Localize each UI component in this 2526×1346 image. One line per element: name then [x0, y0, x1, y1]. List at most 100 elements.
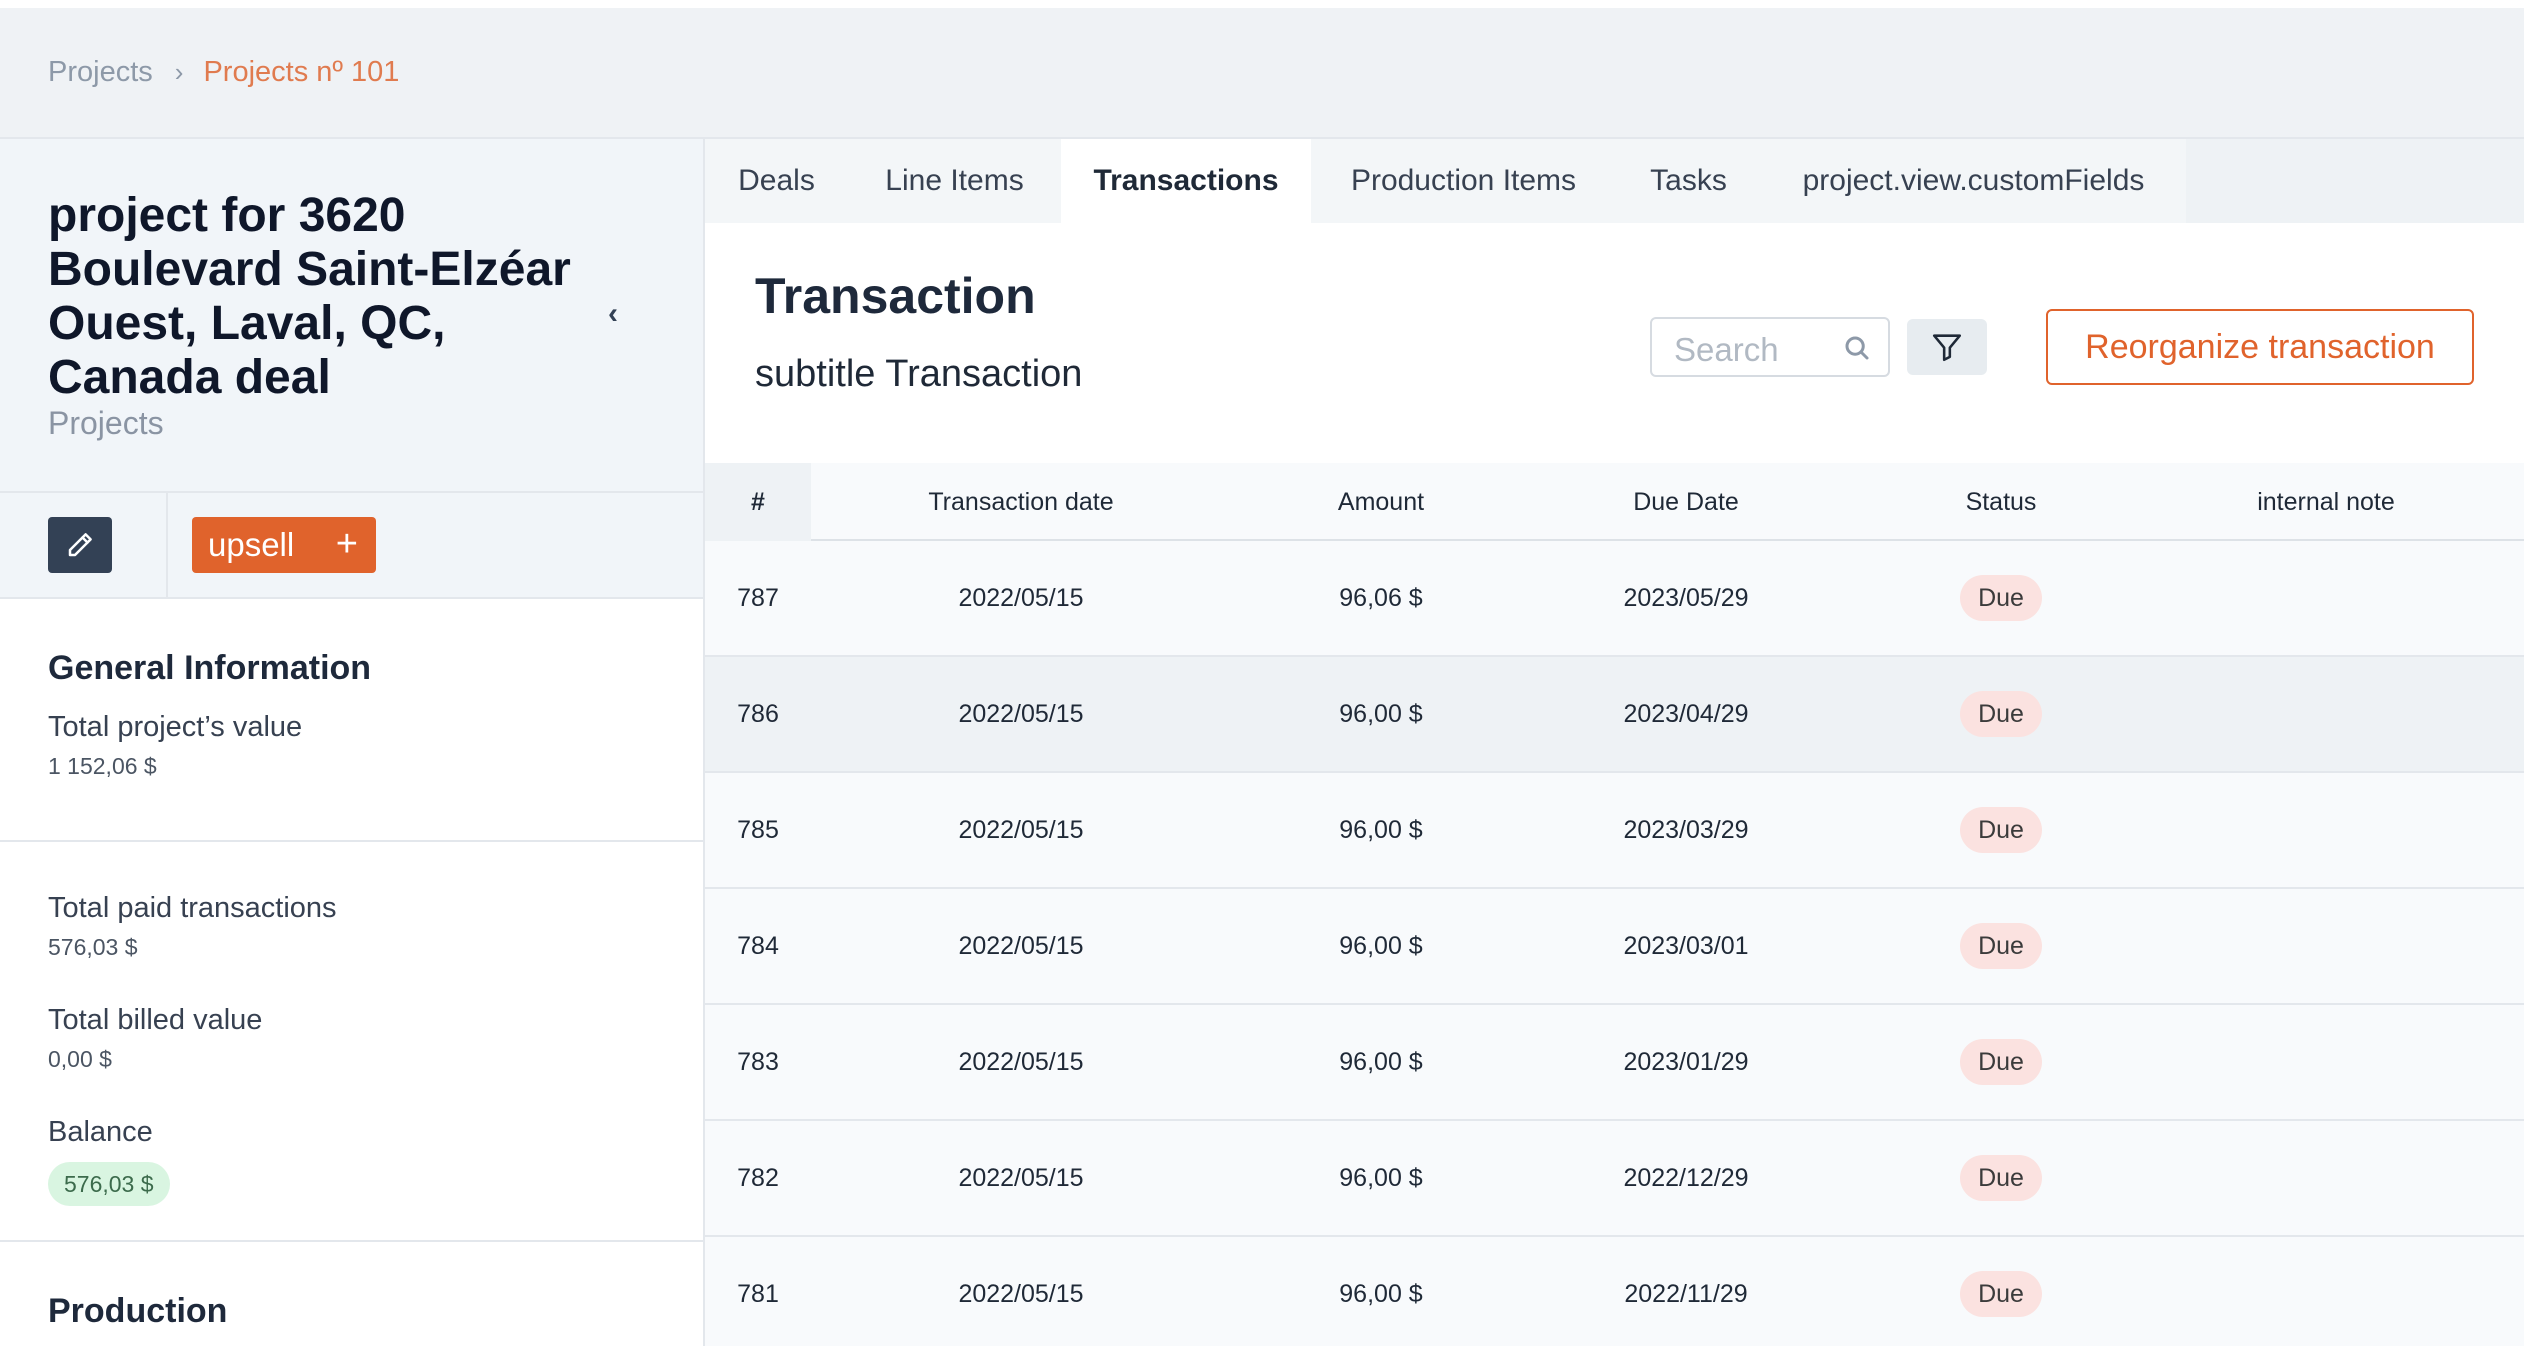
cell-amount: 96,00 $: [1339, 1163, 1423, 1192]
cell-amount: 96,00 $: [1339, 699, 1423, 728]
search-icon[interactable]: [1842, 333, 1872, 363]
divider: [166, 493, 168, 597]
cell-id: 782: [737, 1163, 779, 1192]
paid-transactions-value: 576,03 $: [48, 934, 138, 960]
status-badge: Due: [1960, 1155, 2042, 1201]
breadcrumb-current: Projects nº 101: [203, 56, 400, 88]
cell-transaction-date: 2022/05/15: [958, 931, 1084, 960]
balance-label: Balance: [48, 1116, 153, 1148]
tab-deals[interactable]: Deals: [705, 139, 848, 223]
search-input[interactable]: [1674, 331, 1834, 369]
cell-status: Due: [1841, 889, 2161, 1003]
cell-due-date: 2023/05/29: [1623, 583, 1749, 612]
general-information-title: General Information: [48, 649, 372, 687]
edit-button[interactable]: [48, 517, 112, 573]
filter-icon: [1932, 334, 1962, 362]
column-header-status[interactable]: Status: [1841, 463, 2161, 541]
balance-badge: 576,03 $: [48, 1162, 170, 1206]
project-title: project for 3620 Boulevard Saint-Elzéar …: [48, 189, 571, 404]
totals-section: Total paid transactions 576,03 $ Total b…: [0, 842, 703, 1242]
table-row[interactable]: 786 2022/05/15 96,00 $ 2023/04/29 Due: [705, 657, 2524, 773]
cell-due-date: 2022/12/29: [1623, 1163, 1749, 1192]
cell-internal-note: [2161, 773, 2491, 887]
tab-custom-fields[interactable]: project.view.customFields: [1761, 139, 2186, 223]
table-row[interactable]: 781 2022/05/15 96,00 $ 2022/11/29 Due: [705, 1237, 2524, 1346]
cell-id: 783: [737, 1047, 779, 1076]
column-header-due-date[interactable]: Due Date: [1531, 463, 1841, 541]
cell-status: Due: [1841, 1005, 2161, 1119]
cell-due-date: 2023/03/29: [1623, 815, 1749, 844]
cell-amount: 96,00 $: [1339, 815, 1423, 844]
cell-due-date: 2022/11/29: [1624, 1279, 1748, 1308]
cell-transaction-date: 2022/05/15: [958, 699, 1084, 728]
filter-button[interactable]: [1907, 319, 1987, 375]
total-value-label: Total project’s value: [48, 711, 303, 743]
cell-due-date: 2023/04/29: [1623, 699, 1749, 728]
cell-internal-note: [2161, 541, 2491, 655]
cell-due-date: 2023/01/29: [1623, 1047, 1749, 1076]
cell-amount: 96,00 $: [1339, 1279, 1423, 1308]
table-row[interactable]: 784 2022/05/15 96,00 $ 2023/03/01 Due: [705, 889, 2524, 1005]
cell-amount: 96,00 $: [1339, 931, 1423, 960]
cell-status: Due: [1841, 657, 2161, 771]
project-subtitle: Projects: [48, 405, 164, 441]
status-badge: Due: [1960, 1271, 2042, 1317]
cell-transaction-date: 2022/05/15: [958, 583, 1084, 612]
cell-internal-note: [2161, 889, 2491, 1003]
cell-status: Due: [1841, 541, 2161, 655]
column-header-amount[interactable]: Amount: [1231, 463, 1531, 541]
production-section: Production: [0, 1242, 703, 1346]
cell-id: 781: [737, 1279, 779, 1308]
status-badge: Due: [1960, 691, 2042, 737]
table-header: # Transaction date Amount Due Date Statu…: [705, 463, 2524, 541]
chevron-left-icon[interactable]: ‹: [608, 297, 618, 331]
cell-transaction-date: 2022/05/15: [958, 1047, 1084, 1076]
cell-status: Due: [1841, 1237, 2161, 1346]
tab-line-items[interactable]: Line Items: [848, 139, 1061, 223]
chevron-right-icon: ›: [174, 57, 184, 87]
tab-production-items[interactable]: Production Items: [1311, 139, 1616, 223]
tab-transactions[interactable]: Transactions: [1061, 139, 1311, 223]
general-information-section: General Information Total project’s valu…: [0, 599, 703, 842]
upsell-label: upsell: [208, 526, 295, 563]
project-header: project for 3620 Boulevard Saint-Elzéar …: [0, 139, 703, 493]
cell-internal-note: [2161, 657, 2491, 771]
cell-transaction-date: 2022/05/15: [958, 815, 1084, 844]
plus-icon: +: [335, 523, 358, 565]
search-field: [1650, 317, 1890, 377]
top-bar: Projects › Projects nº 101: [0, 8, 2524, 139]
table-row[interactable]: 783 2022/05/15 96,00 $ 2023/01/29 Due: [705, 1005, 2524, 1121]
production-title: Production: [48, 1292, 228, 1330]
cell-status: Due: [1841, 1121, 2161, 1235]
paid-transactions-label: Total paid transactions: [48, 892, 337, 924]
tab-bar: Deals Line Items Transactions Production…: [705, 139, 2524, 223]
tab-bar-filler: [2186, 139, 2524, 223]
column-header-internal-note[interactable]: internal note: [2161, 463, 2491, 541]
project-sidebar: project for 3620 Boulevard Saint-Elzéar …: [0, 139, 705, 1346]
cell-internal-note: [2161, 1237, 2491, 1346]
cell-id: 784: [737, 931, 779, 960]
transactions-header: Transaction subtitle Transaction Reorgan…: [705, 223, 2524, 463]
tab-tasks[interactable]: Tasks: [1616, 139, 1761, 223]
table-row[interactable]: 787 2022/05/15 96,06 $ 2023/05/29 Due: [705, 541, 2524, 657]
column-header-transaction-date[interactable]: Transaction date: [811, 463, 1231, 541]
total-value: 1 152,06 $: [48, 753, 157, 779]
cell-amount: 96,06 $: [1339, 583, 1423, 612]
billed-value: 0,00 $: [48, 1046, 112, 1072]
cell-amount: 96,00 $: [1339, 1047, 1423, 1076]
column-header-id[interactable]: #: [705, 463, 811, 541]
cell-status: Due: [1841, 773, 2161, 887]
cell-id: 786: [737, 699, 779, 728]
breadcrumb-projects-link[interactable]: Projects: [48, 56, 153, 89]
cell-internal-note: [2161, 1005, 2491, 1119]
section-subtitle: subtitle Transaction: [755, 353, 1083, 395]
reorganize-transaction-button[interactable]: Reorganize transaction: [2046, 309, 2474, 385]
status-badge: Due: [1960, 807, 2042, 853]
status-badge: Due: [1960, 575, 2042, 621]
table-row[interactable]: 785 2022/05/15 96,00 $ 2023/03/29 Due: [705, 773, 2524, 889]
table-row[interactable]: 782 2022/05/15 96,00 $ 2022/12/29 Due: [705, 1121, 2524, 1237]
status-badge: Due: [1960, 923, 2042, 969]
billed-value-label: Total billed value: [48, 1004, 263, 1036]
upsell-button[interactable]: upsell +: [192, 517, 376, 573]
cell-transaction-date: 2022/05/15: [958, 1279, 1084, 1308]
